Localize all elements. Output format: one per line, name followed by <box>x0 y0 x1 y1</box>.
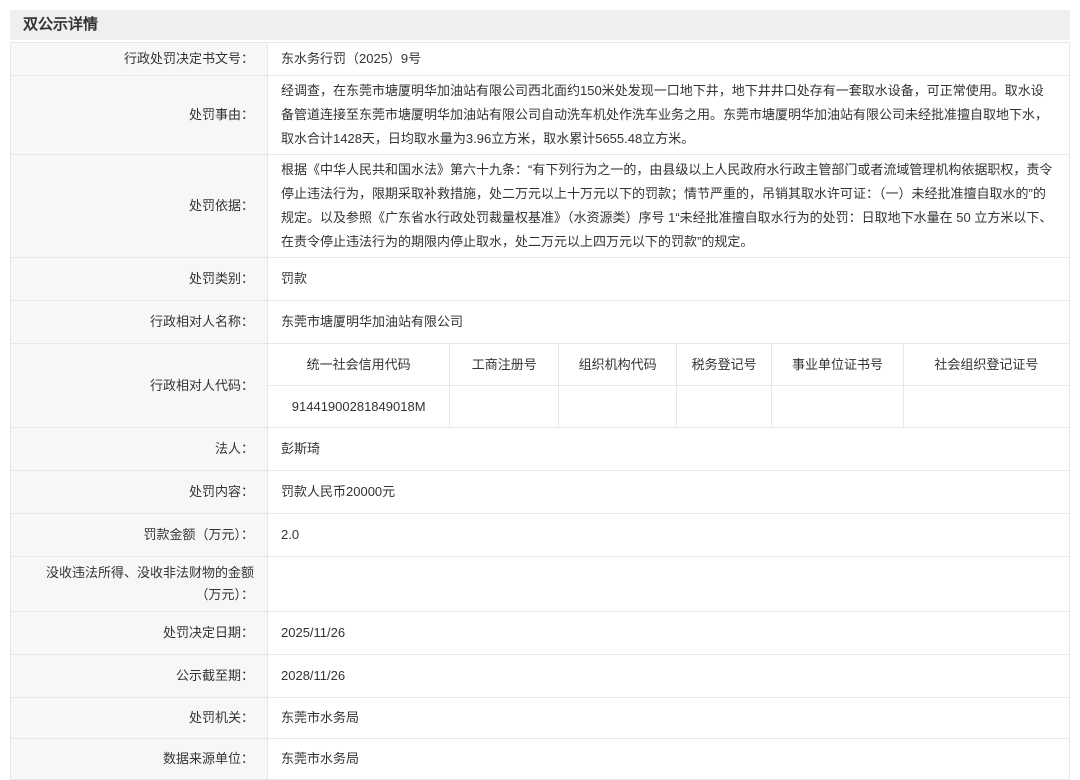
code-value-org-code <box>559 386 677 428</box>
code-table-value-row: 91441900281849018M <box>268 386 1069 428</box>
row-value: 罚款人民币20000元 <box>268 471 1070 514</box>
code-value-uscc: 91441900281849018M <box>268 386 450 428</box>
penalty-detail-table: 行政处罚决定书文号： 东水务行罚（2025）9号 处罚事由： 经调查，在东莞市塘… <box>10 42 1070 780</box>
row-label: 法人： <box>11 428 268 471</box>
row-label: 处罚依据： <box>11 155 268 258</box>
row-value <box>268 557 1070 612</box>
code-col-header: 社会组织登记证号 <box>903 344 1069 386</box>
row-value: 2028/11/26 <box>268 655 1070 698</box>
row-label: 罚款金额（万元）： <box>11 514 268 557</box>
row-label: 处罚内容： <box>11 471 268 514</box>
row-fine-amount: 罚款金额（万元）： 2.0 <box>11 514 1070 557</box>
row-label: 行政处罚决定书文号： <box>11 43 268 76</box>
row-label: 行政相对人代码： <box>11 344 268 428</box>
row-penalty-category: 处罚类别： 罚款 <box>11 258 1070 301</box>
row-value: 经调查，在东莞市塘厦明华加油站有限公司西北面约150米处发现一口地下井，地下井井… <box>268 76 1070 155</box>
row-label: 没收违法所得、没收非法财物的金额（万元）： <box>11 557 268 612</box>
row-value: 根据《中华人民共和国水法》第六十九条：“有下列行为之一的，由县级以上人民政府水行… <box>268 155 1070 258</box>
code-col-header: 统一社会信用代码 <box>268 344 450 386</box>
row-label: 处罚事由： <box>11 76 268 155</box>
row-value: 2.0 <box>268 514 1070 557</box>
counterpart-code-table: 统一社会信用代码 工商注册号 组织机构代码 税务登记号 事业单位证书号 社会组织… <box>268 344 1069 427</box>
code-value-business-reg <box>450 386 559 428</box>
row-legal-person: 法人： 彭斯琦 <box>11 428 1070 471</box>
code-value-social-org-cert <box>903 386 1069 428</box>
row-decision-number: 行政处罚决定书文号： 东水务行罚（2025）9号 <box>11 43 1070 76</box>
row-penalty-authority: 处罚机关： 东莞市水务局 <box>11 698 1070 739</box>
row-penalty-content: 处罚内容： 罚款人民币20000元 <box>11 471 1070 514</box>
row-label: 处罚决定日期： <box>11 612 268 655</box>
page-title: 双公示详情 <box>10 10 1070 40</box>
row-label: 行政相对人名称： <box>11 301 268 344</box>
penalty-detail-page: 双公示详情 行政处罚决定书文号： 东水务行罚（2025）9号 处罚事由： 经调查… <box>0 0 1080 780</box>
row-penalty-reason: 处罚事由： 经调查，在东莞市塘厦明华加油站有限公司西北面约150米处发现一口地下… <box>11 76 1070 155</box>
row-value: 彭斯琦 <box>268 428 1070 471</box>
row-value: 2025/11/26 <box>268 612 1070 655</box>
row-publicity-deadline: 公示截至期： 2028/11/26 <box>11 655 1070 698</box>
row-confiscation-amount: 没收违法所得、没收非法财物的金额（万元）： <box>11 557 1070 612</box>
code-value-tax-reg <box>676 386 771 428</box>
row-value: 东莞市塘厦明华加油站有限公司 <box>268 301 1070 344</box>
row-penalty-basis: 处罚依据： 根据《中华人民共和国水法》第六十九条：“有下列行为之一的，由县级以上… <box>11 155 1070 258</box>
row-label: 公示截至期： <box>11 655 268 698</box>
row-label: 处罚机关： <box>11 698 268 739</box>
row-value: 东莞市水务局 <box>268 739 1070 780</box>
code-col-header: 事业单位证书号 <box>772 344 903 386</box>
row-counterpart-codes: 行政相对人代码： 统一社会信用代码 工商注册号 组织机构代码 税务登记号 事业单… <box>11 344 1070 428</box>
row-label: 数据来源单位： <box>11 739 268 780</box>
row-data-source-unit: 数据来源单位： 东莞市水务局 <box>11 739 1070 780</box>
code-col-header: 组织机构代码 <box>559 344 677 386</box>
row-label: 处罚类别： <box>11 258 268 301</box>
code-value-institution-cert <box>772 386 903 428</box>
code-table-cell: 统一社会信用代码 工商注册号 组织机构代码 税务登记号 事业单位证书号 社会组织… <box>268 344 1070 428</box>
code-col-header: 工商注册号 <box>450 344 559 386</box>
row-counterpart-name: 行政相对人名称： 东莞市塘厦明华加油站有限公司 <box>11 301 1070 344</box>
row-value: 罚款 <box>268 258 1070 301</box>
code-col-header: 税务登记号 <box>676 344 771 386</box>
code-table-header-row: 统一社会信用代码 工商注册号 组织机构代码 税务登记号 事业单位证书号 社会组织… <box>268 344 1069 386</box>
row-decision-date: 处罚决定日期： 2025/11/26 <box>11 612 1070 655</box>
row-value: 东水务行罚（2025）9号 <box>268 43 1070 76</box>
row-value: 东莞市水务局 <box>268 698 1070 739</box>
